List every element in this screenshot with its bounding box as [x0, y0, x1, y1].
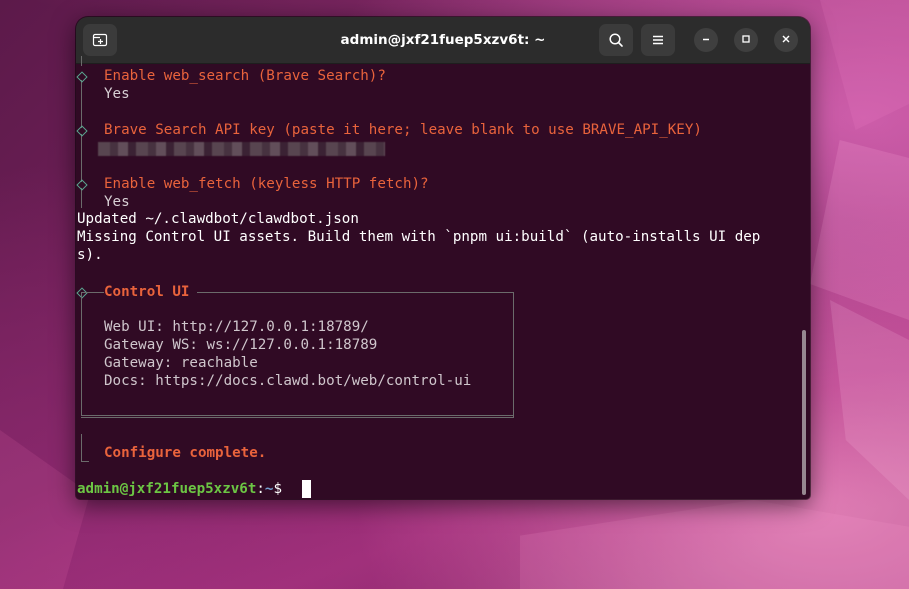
configure-complete: Configure complete. — [104, 445, 267, 461]
docs-url: Docs: https://docs.clawd.bot/web/control… — [104, 373, 472, 389]
shell-prompt[interactable]: admin@jxf21fuep5xzv6t:~$ — [77, 480, 282, 498]
tree-connector — [81, 56, 82, 66]
menu-button[interactable] — [641, 24, 675, 56]
new-tab-button[interactable] — [83, 24, 117, 56]
close-icon — [781, 31, 791, 49]
title-bar[interactable]: admin@jxf21fuep5xzv6t: ~ — [76, 17, 810, 64]
terminal-output[interactable]: Enable web_search (Brave Search)? Yes Br… — [76, 56, 810, 499]
diamond-bullet-icon — [76, 125, 88, 137]
search-button[interactable] — [599, 24, 633, 56]
hamburger-menu-icon — [650, 32, 666, 48]
maximize-button[interactable] — [734, 28, 758, 52]
prompt-brave-key: Brave Search API key (paste it here; lea… — [104, 122, 702, 138]
wallpaper-facet — [830, 300, 909, 500]
control-ui-title: Control UI — [104, 283, 198, 301]
diamond-bullet-icon — [76, 71, 88, 83]
updated-config-line: Updated ~/.clawdbot/clawdbot.json — [77, 211, 359, 227]
gateway-ws-url: Gateway WS: ws://127.0.0.1:18789 — [104, 337, 378, 353]
wallpaper-facet — [520, 500, 909, 589]
tree-connector — [81, 461, 89, 462]
maximize-icon — [741, 31, 751, 49]
close-button[interactable] — [774, 28, 798, 52]
answer-web-search: Yes — [104, 86, 130, 102]
minimize-icon — [701, 31, 711, 49]
text-cursor — [302, 480, 311, 498]
diamond-bullet-icon — [76, 179, 88, 191]
wallpaper-facet — [810, 140, 909, 320]
gateway-status: Gateway: reachable — [104, 355, 258, 371]
prompt-user-host: admin@jxf21fuep5xzv6t — [77, 481, 257, 497]
tree-connector — [81, 434, 82, 462]
missing-assets-line: Missing Control UI assets. Build them wi… — [77, 229, 761, 245]
redacted-api-key — [98, 142, 385, 156]
prompt-separator: : — [256, 481, 265, 497]
box-bottom-border — [81, 415, 513, 416]
wallpaper-facet — [820, 0, 909, 130]
prompt-web-search: Enable web_search (Brave Search)? — [104, 68, 386, 84]
web-ui-url: Web UI: http://127.0.0.1:18789/ — [104, 319, 369, 335]
search-icon — [608, 32, 624, 48]
terminal-window: admin@jxf21fuep5xzv6t: ~ Enable web_sear… — [76, 17, 810, 499]
prompt-web-fetch: Enable web_fetch (keyless HTTP fetch)? — [104, 176, 429, 192]
new-tab-icon — [92, 32, 108, 48]
minimize-button[interactable] — [694, 28, 718, 52]
box-left-border — [81, 292, 82, 416]
scrollbar-thumb[interactable] — [802, 330, 806, 495]
prompt-symbol: $ — [273, 481, 283, 497]
answer-web-fetch: Yes — [104, 194, 130, 210]
missing-assets-line-cont: s). — [77, 247, 103, 263]
tree-connector — [81, 134, 82, 182]
tree-connector — [81, 80, 82, 128]
